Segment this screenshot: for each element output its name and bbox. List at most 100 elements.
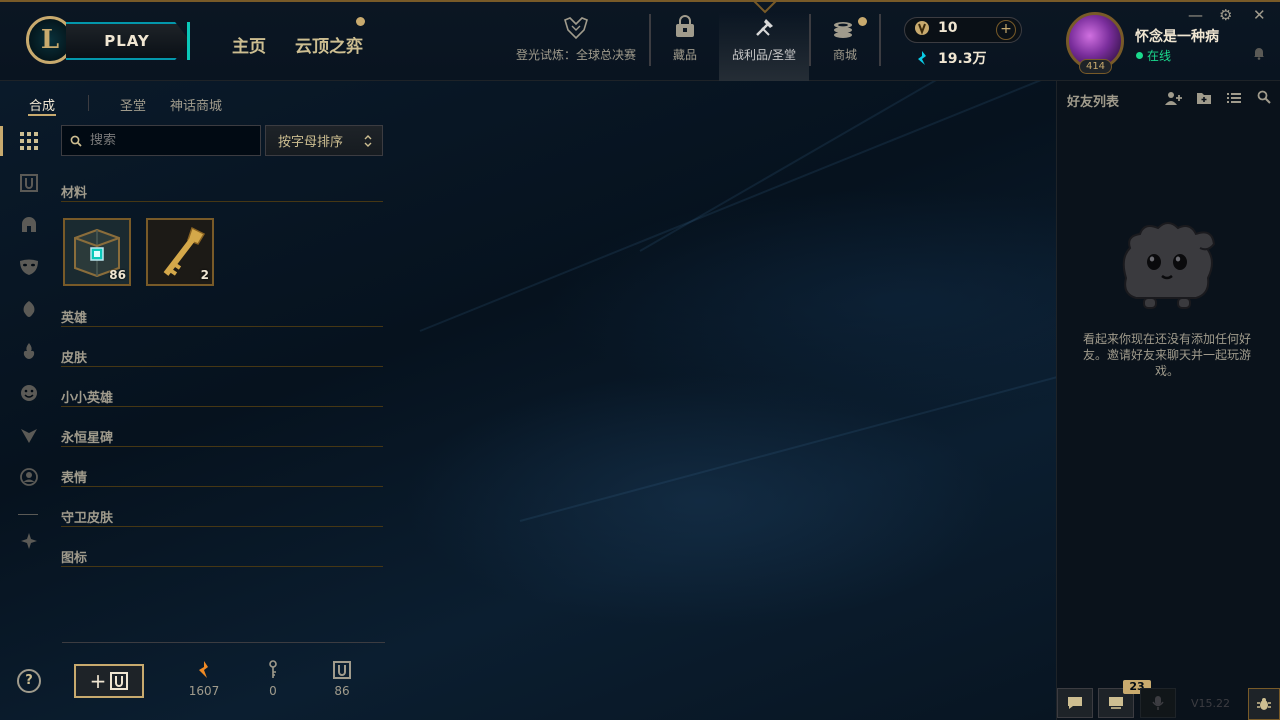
section-label: 守卫皮肤: [61, 511, 114, 526]
section-ward-skins[interactable]: 守卫皮肤: [61, 507, 383, 527]
filter-profile-icon[interactable]: [18, 466, 40, 488]
loot-tile-key[interactable]: 2: [146, 218, 214, 286]
worlds-event-label: 登光试炼：全球总决赛: [515, 48, 636, 62]
help-button[interactable]: ?: [17, 669, 41, 693]
status-indicator[interactable]: 在线: [1136, 47, 1171, 64]
loot-icon: [751, 12, 777, 44]
riot-points[interactable]: 10: [914, 20, 957, 36]
level-badge: 414: [1079, 59, 1112, 74]
filter-emote-icon[interactable]: [18, 382, 40, 404]
filter-extra-icon[interactable]: [18, 530, 40, 552]
filter-champion-helmet-icon[interactable]: [18, 214, 40, 236]
chat-button[interactable]: [1057, 688, 1093, 718]
craft-plus-label: +: [89, 669, 107, 693]
tab-mythic-shop[interactable]: 神话商城: [170, 95, 222, 114]
microphone-icon: [1152, 696, 1164, 710]
poro-illustration-icon: [1122, 222, 1216, 309]
online-dot: [1136, 52, 1143, 59]
sort-dropdown-value: 按字母排序: [278, 135, 344, 150]
chat-bubble-icon: [1068, 697, 1082, 709]
filter-ward-icon[interactable]: [18, 424, 40, 446]
section-label: 永恒星碑: [61, 431, 114, 446]
orange-essence-icon: [199, 661, 208, 678]
section-label: 图标: [61, 551, 88, 566]
nav-divider: [879, 14, 881, 66]
section-label: 表情: [61, 471, 88, 486]
status-text: 在线: [1147, 49, 1172, 63]
nav-home[interactable]: 主页: [232, 32, 266, 57]
nav-worlds-event[interactable]: 登光试炼：全球总决赛: [510, 12, 642, 81]
search-field[interactable]: [61, 125, 261, 156]
section-icons[interactable]: 图标: [61, 547, 383, 567]
orange-essence-value: 1607: [188, 684, 220, 698]
nav-divider: [649, 14, 651, 66]
blue-essence-value: 19.3万: [938, 51, 987, 67]
chest-icon: [333, 661, 351, 679]
play-button-label: PLAY: [104, 32, 150, 50]
friends-list-title: 好友列表: [1067, 95, 1120, 110]
nav-collection[interactable]: 藏品: [660, 12, 710, 81]
filter-divider: [18, 514, 38, 515]
nav-divider: [809, 14, 811, 66]
store-icon: [831, 12, 859, 44]
orange-essence-counter: 1607: [179, 660, 229, 698]
bug-report-button[interactable]: [1248, 688, 1280, 720]
filter-little-legend-icon[interactable]: [18, 298, 40, 320]
chest-icon: [110, 672, 129, 690]
sort-dropdown[interactable]: 按字母排序: [265, 125, 383, 156]
notification-bell-icon[interactable]: [1252, 46, 1266, 60]
footer-divider: [62, 642, 385, 643]
blue-essence-icon: [918, 51, 926, 65]
username[interactable]: 怀念是一种病: [1135, 26, 1219, 46]
nav-tft[interactable]: 云顶之弈: [295, 32, 363, 57]
craft-chest-button[interactable]: +: [74, 664, 144, 698]
client-version: V15.22: [1191, 697, 1231, 710]
add-riot-points-button[interactable]: +: [996, 20, 1016, 40]
friend-search-icon[interactable]: [1257, 90, 1271, 104]
loot-count: 2: [200, 268, 209, 282]
store-label: 商城: [832, 48, 857, 62]
tft-notification-dot: [356, 17, 365, 26]
search-input[interactable]: [90, 133, 250, 148]
active-tab-indicator: [752, 0, 778, 14]
collection-label: 藏品: [672, 48, 697, 62]
chest-count-value: 86: [334, 684, 350, 698]
add-folder-icon[interactable]: [1196, 90, 1212, 106]
store-notification-dot: [858, 17, 867, 26]
minimize-icon[interactable]: —: [1188, 6, 1203, 24]
close-icon[interactable]: ✕: [1253, 6, 1266, 24]
add-friend-icon[interactable]: [1165, 90, 1183, 106]
filter-skin-mask-icon[interactable]: [18, 256, 40, 278]
worlds-icon: [562, 12, 590, 44]
section-label: 材料: [61, 186, 88, 201]
filter-all-grid-icon[interactable]: [18, 130, 40, 152]
section-eternals[interactable]: 永恒星碑: [61, 427, 383, 447]
friends-panel: [1056, 81, 1280, 720]
section-materials[interactable]: 材料: [61, 182, 383, 202]
nav-loot[interactable]: 战利品/圣堂: [719, 12, 809, 81]
messages-icon: [1109, 697, 1123, 709]
loot-tile-chest[interactable]: 86: [63, 218, 131, 286]
loot-label: 战利品/圣堂: [731, 48, 797, 62]
voice-button[interactable]: [1140, 688, 1176, 718]
tab-craft[interactable]: 合成: [29, 95, 55, 114]
play-button-accent: [170, 22, 190, 60]
filter-chest-icon[interactable]: [18, 172, 40, 194]
section-emotes[interactable]: 表情: [61, 467, 383, 487]
tab-sanctum[interactable]: 圣堂: [120, 95, 146, 114]
section-champions[interactable]: 英雄: [61, 307, 383, 327]
section-little-legends[interactable]: 小小英雄: [61, 387, 383, 407]
list-view-icon[interactable]: [1226, 90, 1242, 106]
section-skins[interactable]: 皮肤: [61, 347, 383, 367]
filter-eternals-icon[interactable]: [18, 340, 40, 362]
friends-empty-message: 看起来你现在还没有添加任何好友。邀请好友来聊天并一起玩游戏。: [1082, 332, 1251, 378]
tab-craft-underline: [28, 114, 56, 116]
key-fragment-icon: [269, 660, 277, 678]
key-fragment-value: 0: [269, 684, 277, 698]
collection-icon: [672, 12, 698, 44]
riot-points-value: 10: [938, 20, 958, 36]
chevron-updown-icon: [364, 134, 372, 147]
filter-active-indicator: [0, 126, 3, 156]
riot-points-icon: [915, 21, 929, 35]
settings-gear-icon[interactable]: ⚙: [1219, 6, 1232, 24]
